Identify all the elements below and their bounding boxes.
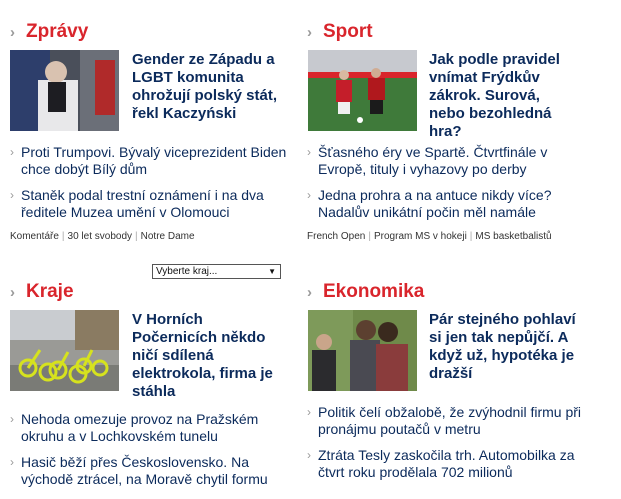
chevron-right-icon: › [307, 145, 311, 159]
chevron-right-icon: › [10, 188, 14, 202]
tag-separator: | [368, 231, 371, 242]
list-item[interactable]: › Proti Trumpovi. Bývalý viceprezident Bi… [10, 144, 300, 178]
tag-row: French Open | Program MS v hokeji | MS baske… [307, 231, 552, 242]
section-zpravy: › Zprávy Gender ze Západu a LGBT komunit… [10, 20, 300, 250]
section-kraje: › Kraje V Horních Počernicích někdo ničí… [10, 280, 300, 495]
chevron-right-icon: › [10, 455, 14, 469]
lead-article-link[interactable]: Jak podle pravidel vnímat Frýdkův zákrok… [429, 51, 579, 141]
section-sport: › Sport Jak podle pravidel vnímat Frýdků… [307, 20, 597, 250]
list-item[interactable]: › Ztráta Tesly zaskočila trh. Automobilka… [307, 447, 597, 481]
section-header[interactable]: › Kraje [10, 280, 74, 304]
lead-article-link[interactable]: Gender ze Západu a LGBT komunita ohrožuj… [132, 51, 282, 123]
list-item-text[interactable]: Hasič běží přes Československo. Na výcho… [21, 454, 268, 487]
dropdown-arrow-icon: ▼ [268, 267, 276, 276]
lead-article-link[interactable]: V Horních Počernicích někdo ničí sdílená… [132, 311, 280, 401]
chevron-right-icon: › [307, 188, 311, 202]
chevron-right-icon: › [307, 405, 311, 419]
tag-separator: | [469, 231, 473, 242]
list-item-text[interactable]: Nehoda omezuje provoz na Pražském okruhu… [21, 411, 258, 444]
article-list: › Nehoda omezuje provoz na Pražském okruh… [10, 411, 300, 488]
list-item[interactable]: › Hasič běží přes Československo. Na vých… [10, 454, 300, 488]
tag-link[interactable]: French Open [307, 231, 365, 242]
tag-separator: | [61, 231, 65, 242]
tag-link[interactable]: Program MS v hokeji [374, 231, 467, 242]
article-list: › Politik čelí obžalobě, že zvýhodnil fir… [307, 404, 597, 481]
tag-link[interactable]: Komentáře [10, 231, 59, 242]
section-title[interactable]: Ekonomika [323, 281, 424, 303]
list-item-text[interactable]: Proti Trumpovi. Bývalý viceprezident Bid… [21, 144, 286, 177]
article-thumbnail[interactable] [10, 50, 119, 131]
region-select[interactable]: Vyberte kraj... ▼ [152, 264, 281, 279]
chevron-right-icon: › [10, 412, 14, 426]
chevron-right-icon: › [307, 448, 311, 462]
article-list: › Šťasného éry ve Spartě. Čtvrtfinále v E… [307, 144, 597, 221]
tag-link[interactable]: MS basketbalistů [475, 231, 551, 242]
list-item[interactable]: › Jedna prohra a na antuce nikdy více? Na… [307, 187, 597, 221]
list-item-text[interactable]: Jedna prohra a na antuce nikdy více? Nad… [318, 187, 552, 220]
chevron-right-icon: › [307, 23, 312, 41]
region-select-value: Vyberte kraj... [156, 266, 218, 277]
list-item[interactable]: › Politik čelí obžalobě, že zvýhodnil fir… [307, 404, 597, 438]
list-item-text[interactable]: Ztráta Tesly zaskočila trh. Automobilka … [318, 447, 575, 480]
list-item[interactable]: › Staněk podal trestní oznámení i na dva … [10, 187, 300, 221]
section-header[interactable]: › Ekonomika [307, 280, 424, 304]
chevron-right-icon: › [307, 283, 312, 301]
list-item[interactable]: › Šťasného éry ve Spartě. Čtvrtfinále v E… [307, 144, 597, 178]
tag-row: Komentáře | 30 let svobody | Notre Dame [10, 231, 195, 242]
list-item[interactable]: › Nehoda omezuje provoz na Pražském okruh… [10, 411, 300, 445]
article-list: › Proti Trumpovi. Bývalý viceprezident Bi… [10, 144, 300, 221]
tag-link[interactable]: Notre Dame [141, 231, 195, 242]
chevron-right-icon: › [10, 283, 15, 301]
section-header[interactable]: › Zprávy [10, 20, 88, 44]
article-thumbnail[interactable] [10, 310, 119, 391]
list-item-text[interactable]: Staněk podal trestní oznámení i na dva ř… [21, 187, 264, 220]
lead-article-link[interactable]: Pár stejného pohlaví si jen tak nepůjčí.… [429, 311, 579, 383]
section-header[interactable]: › Sport [307, 20, 373, 44]
tag-separator: | [135, 231, 138, 242]
section-ekonomika: › Ekonomika Pár stejného pohlaví si jen … [307, 280, 597, 495]
tag-link[interactable]: 30 let svobody [68, 231, 133, 242]
chevron-right-icon: › [10, 23, 15, 41]
article-thumbnail[interactable] [308, 310, 417, 391]
list-item-text[interactable]: Šťasného éry ve Spartě. Čtvrtfinále v Ev… [318, 144, 547, 177]
list-item-text[interactable]: Politik čelí obžalobě, že zvýhodnil firm… [318, 404, 581, 437]
article-thumbnail[interactable] [308, 50, 417, 131]
section-title[interactable]: Kraje [26, 281, 74, 303]
chevron-right-icon: › [10, 145, 14, 159]
section-title[interactable]: Sport [323, 21, 373, 43]
section-title[interactable]: Zprávy [26, 21, 88, 43]
